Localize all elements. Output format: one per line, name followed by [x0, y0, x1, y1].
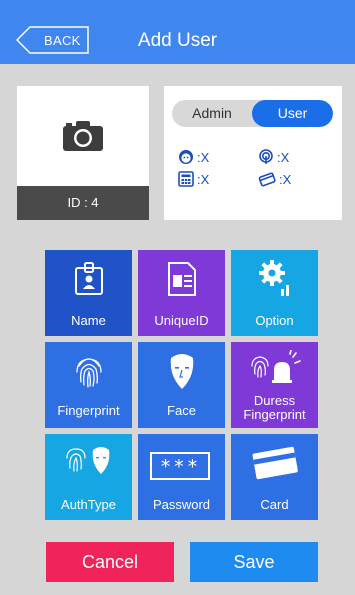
name-tile[interactable]: Name: [45, 250, 132, 336]
gear-chart-icon: [258, 260, 289, 296]
name-tile-label: Name: [71, 313, 106, 328]
camera-icon: [63, 121, 103, 151]
face-tile[interactable]: Face: [138, 342, 225, 428]
authtype-tile-label: AuthType: [61, 497, 116, 512]
password-status-value: :X: [197, 171, 210, 187]
fingerprint-status: :X: [258, 148, 289, 166]
face-icon: [170, 354, 193, 389]
page-title: Add User: [137, 30, 218, 51]
option-tile-label: Option: [255, 313, 294, 328]
role-admin-option[interactable]: Admin: [172, 100, 252, 127]
role-user-option[interactable]: User: [252, 100, 333, 127]
card-tile[interactable]: Card: [231, 434, 318, 520]
card-tile-label: Card: [260, 497, 289, 512]
authtype-tile[interactable]: AuthType: [45, 434, 132, 520]
duress-fingerprint-tile[interactable]: Duress Fingerprint: [231, 342, 318, 428]
duress-tile-label-line2: Fingerprint: [243, 407, 306, 422]
cancel-button[interactable]: Cancel: [46, 542, 174, 582]
fingerprint-alarm-icon: [250, 350, 301, 383]
card-status: :X: [258, 170, 291, 188]
duress-tile-label-line1: Duress: [253, 393, 296, 408]
password-status: :X: [178, 170, 209, 188]
fingerprint-face-icon: [65, 447, 109, 474]
role-toggle[interactable]: Admin User: [172, 100, 333, 127]
fingerprint-icon: [75, 358, 102, 388]
fingerprint-tile-label: Fingerprint: [57, 403, 120, 418]
fingerprint-status-value: :X: [277, 149, 290, 165]
face-tile-label: Face: [167, 403, 196, 418]
id-card-icon: [167, 262, 196, 296]
id-badge-icon: [74, 262, 103, 295]
password-tile-label: Password: [152, 497, 211, 512]
user-info-card: Admin User :X :X :X:X: [164, 86, 342, 220]
uniqueid-tile-label: UniqueID: [154, 313, 209, 328]
face-status-icon: [179, 150, 193, 164]
card-status-value: :X: [279, 171, 292, 187]
fingerprint-tile[interactable]: Fingerprint: [45, 342, 132, 428]
password-tile[interactable]: *** Password: [138, 434, 225, 520]
uniqueid-tile[interactable]: UniqueID: [138, 250, 225, 336]
card-status-icon: [258, 172, 276, 187]
face-status-value: :X: [197, 149, 210, 165]
photo-card[interactable]: ID : 4: [17, 86, 149, 220]
header-bar: BACK Add User: [0, 0, 355, 64]
fingerprint-status-icon: [259, 149, 273, 164]
password-icon: ***: [150, 452, 210, 480]
save-button[interactable]: Save: [190, 542, 318, 582]
card-icon: [252, 446, 298, 480]
user-id-label: ID : 4: [17, 186, 149, 220]
face-status: :X: [178, 148, 209, 166]
option-tile[interactable]: Option: [231, 250, 318, 336]
keypad-status-icon: [178, 171, 194, 187]
